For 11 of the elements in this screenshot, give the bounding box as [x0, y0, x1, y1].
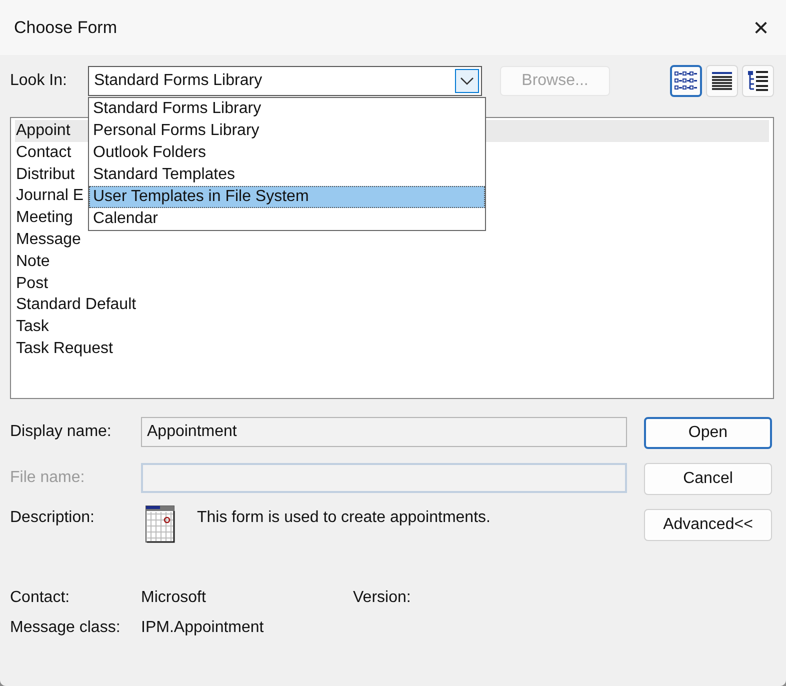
contact-label: Contact: [10, 589, 71, 607]
field-label: File name: [10, 469, 86, 487]
description-label: Description: [10, 509, 96, 527]
description-text: This form is used to create appointments. [197, 509, 490, 527]
field-label: Display name: [10, 423, 112, 441]
message-class-value: IPM.Appointment [141, 619, 265, 637]
look-in-label: Look In: [10, 72, 68, 90]
window-title: Choose Form [14, 18, 117, 38]
version-label: Version: [353, 589, 412, 607]
message-class-label: Message class: [10, 619, 122, 637]
contact-value: Microsoft [141, 589, 207, 607]
